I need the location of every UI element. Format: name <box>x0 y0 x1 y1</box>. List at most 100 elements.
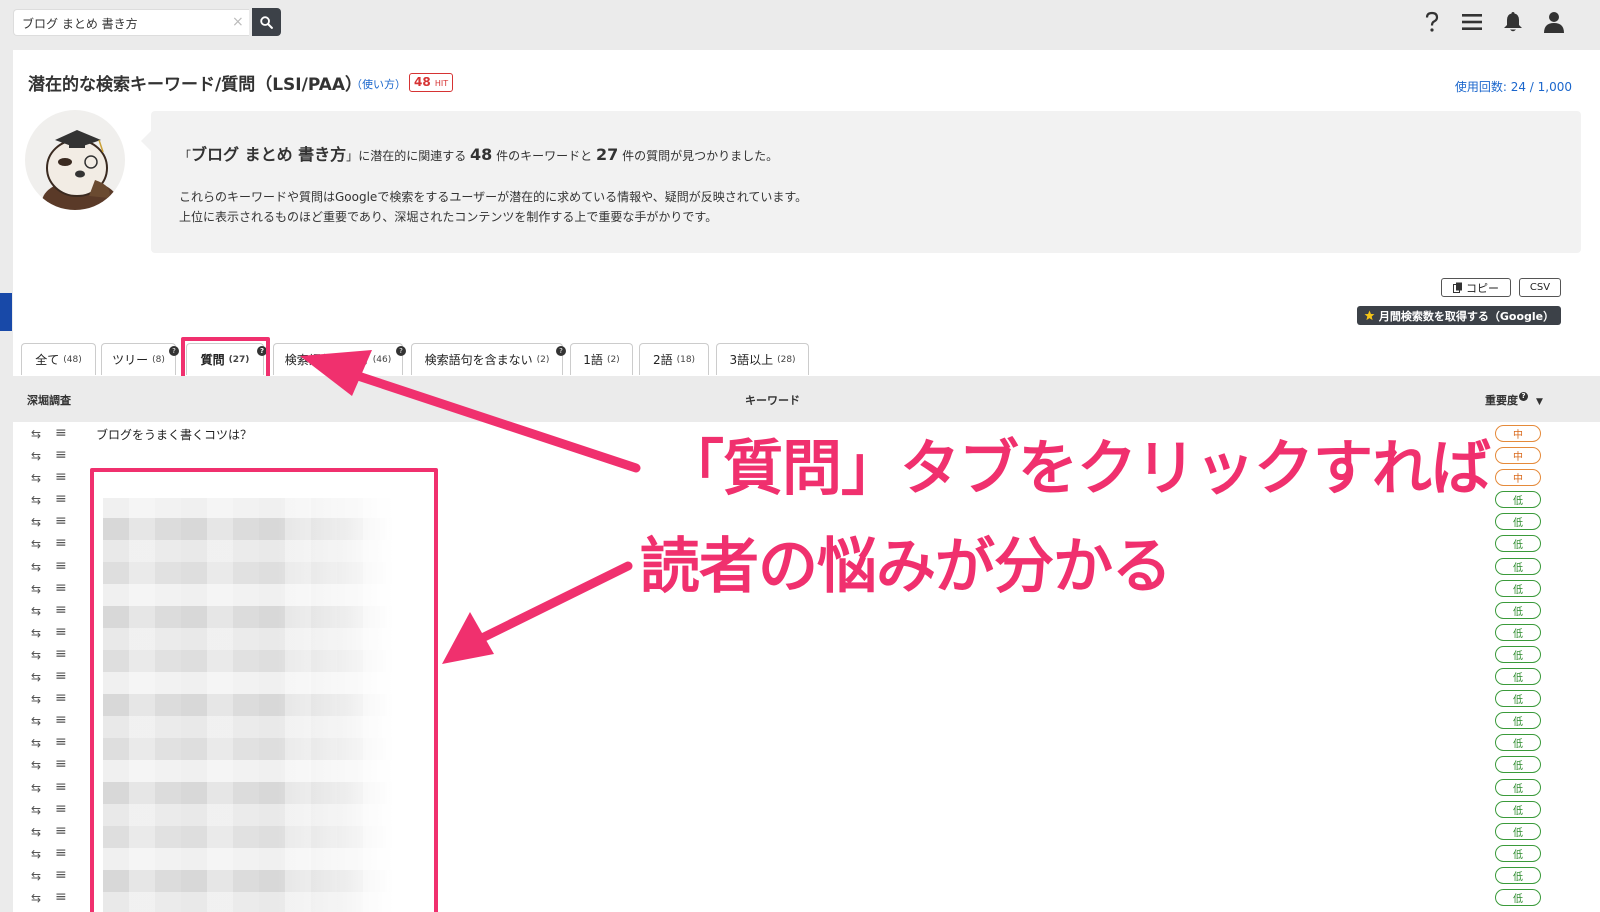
tab-one-word[interactable]: 1語 (2) <box>570 343 633 375</box>
row-menu-icon[interactable]: ≡ <box>55 646 67 662</box>
dig-retweet-icon[interactable]: ⇆ <box>31 626 41 640</box>
row-menu-icon[interactable]: ≡ <box>55 602 67 618</box>
importance-badge: 中 <box>1495 469 1541 487</box>
copy-label: コピー <box>1466 281 1499 295</box>
dig-retweet-icon[interactable]: ⇆ <box>31 714 41 728</box>
dig-retweet-icon[interactable]: ⇆ <box>31 604 41 618</box>
menu-button[interactable] <box>1458 8 1486 36</box>
dig-retweet-icon[interactable]: ⇆ <box>31 449 41 463</box>
row-menu-icon[interactable]: ≡ <box>55 425 67 441</box>
dig-retweet-icon[interactable]: ⇆ <box>31 825 41 839</box>
row-menu-icon[interactable]: ≡ <box>55 779 67 795</box>
dig-retweet-icon[interactable]: ⇆ <box>31 648 41 662</box>
tab-count: (18) <box>676 354 696 365</box>
row-menu-icon[interactable]: ≡ <box>55 668 67 684</box>
table-header: 深堀調査 キーワード 重要度 ? ▼ <box>13 376 1600 422</box>
keyword-text[interactable]: ブログをうまく書くコツは？ <box>96 426 252 443</box>
dig-retweet-icon[interactable]: ⇆ <box>31 560 41 574</box>
row-menu-icon[interactable]: ≡ <box>55 491 67 507</box>
account-button[interactable] <box>1540 8 1568 36</box>
importance-badge: 低 <box>1495 888 1541 906</box>
dig-retweet-icon[interactable]: ⇆ <box>31 582 41 596</box>
tab-excludes-query[interactable]: 検索語句を含まない (2)? <box>411 343 566 375</box>
row-menu-icon[interactable]: ≡ <box>55 580 67 596</box>
help-icon[interactable]: ? <box>556 346 566 356</box>
otter-mascot-icon <box>42 130 118 210</box>
search-button[interactable] <box>252 8 281 36</box>
column-dig: 深堀調査 <box>27 394 71 407</box>
sort-caret-icon[interactable]: ▼ <box>1536 397 1543 407</box>
tab-label: 1語 <box>583 353 603 367</box>
dig-retweet-icon[interactable]: ⇆ <box>31 471 41 485</box>
tab-three-plus-words[interactable]: 3語以上 (28) <box>716 343 809 375</box>
info-keyword: ブログ まとめ 書き方 <box>191 145 347 164</box>
tab-all[interactable]: 全て (48) <box>21 343 96 375</box>
dig-retweet-icon[interactable]: ⇆ <box>31 869 41 883</box>
row-menu-icon[interactable]: ≡ <box>55 447 67 463</box>
page-title: 潜在的な検索キーワード/質問（LSI/PAA） <box>28 75 363 95</box>
row-menu-icon[interactable]: ≡ <box>55 756 67 772</box>
row-menu-icon[interactable]: ≡ <box>55 867 67 883</box>
dig-retweet-icon[interactable]: ⇆ <box>31 847 41 861</box>
dig-retweet-icon[interactable]: ⇆ <box>31 537 41 551</box>
search-icon <box>260 15 273 29</box>
help-icon[interactable]: ? <box>1519 392 1528 401</box>
row-menu-icon[interactable]: ≡ <box>55 535 67 551</box>
tab-two-words[interactable]: 2語 (18) <box>639 343 709 375</box>
row-menu-icon[interactable]: ≡ <box>55 734 67 750</box>
row-menu-icon[interactable]: ≡ <box>55 513 67 529</box>
hit-badge: 48 HIT <box>409 73 454 92</box>
tab-count: (2) <box>606 354 620 365</box>
info-summary: 「ブログ まとめ 書き方」に潜在的に関連する 48 件のキーワードと 27 件の… <box>179 141 778 165</box>
dig-retweet-icon[interactable]: ⇆ <box>31 891 41 905</box>
help-button[interactable] <box>1418 8 1446 36</box>
dig-retweet-icon[interactable]: ⇆ <box>31 515 41 529</box>
dig-retweet-icon[interactable]: ⇆ <box>31 692 41 706</box>
dig-retweet-icon[interactable]: ⇆ <box>31 427 41 441</box>
row-menu-icon[interactable]: ≡ <box>55 469 67 485</box>
dig-retweet-icon[interactable]: ⇆ <box>31 803 41 817</box>
row-menu-icon[interactable]: ≡ <box>55 690 67 706</box>
column-importance[interactable]: 重要度 ? ▼ <box>1485 392 1543 408</box>
monthly-search-button[interactable]: 月間検索数を取得する（Google） <box>1357 306 1561 325</box>
row-menu-icon[interactable]: ≡ <box>55 889 67 905</box>
help-icon[interactable]: ? <box>396 346 406 356</box>
tab-highlight-box <box>181 337 270 380</box>
tab-label: ツリー <box>112 353 149 367</box>
dig-retweet-icon[interactable]: ⇆ <box>31 758 41 772</box>
csv-button[interactable]: CSV <box>1519 278 1561 297</box>
row-menu-icon[interactable]: ≡ <box>55 624 67 640</box>
dig-retweet-icon[interactable]: ⇆ <box>31 493 41 507</box>
row-menu-icon[interactable]: ≡ <box>55 845 67 861</box>
info-text-3: 件の質問が見つかりました。 <box>622 149 779 163</box>
sidebar-accent <box>0 293 12 331</box>
tab-count: (2) <box>536 354 550 365</box>
copy-button[interactable]: コピー <box>1441 278 1511 297</box>
row-menu-icon[interactable]: ≡ <box>55 823 67 839</box>
hit-unit: HIT <box>434 79 449 88</box>
notifications-button[interactable] <box>1499 8 1527 36</box>
howto-link[interactable]: （使い方） <box>351 76 406 92</box>
search-input[interactable] <box>22 13 222 33</box>
row-menu-icon[interactable]: ≡ <box>55 558 67 574</box>
tab-label: 検索語句を含む <box>284 353 369 367</box>
help-icon[interactable]: ? <box>169 346 179 356</box>
dig-retweet-icon[interactable]: ⇆ <box>31 736 41 750</box>
row-menu-icon[interactable]: ≡ <box>55 801 67 817</box>
tab-tree[interactable]: ツリー (8)? <box>101 343 179 375</box>
annotation-line-2: 読者の悩みが分かる <box>640 532 1172 602</box>
dig-retweet-icon[interactable]: ⇆ <box>31 670 41 684</box>
dig-retweet-icon[interactable]: ⇆ <box>31 781 41 795</box>
row-menu-icon[interactable]: ≡ <box>55 712 67 728</box>
info-description-2: 上位に表示されるものほど重要であり、深堀されたコンテンツを制作する上で重要な手が… <box>179 210 718 224</box>
importance-badge: 低 <box>1495 623 1541 641</box>
importance-badge: 中 <box>1495 447 1541 465</box>
tab-contains-query[interactable]: 検索語句を含む (46)? <box>273 343 406 375</box>
top-bar: × <box>0 0 1600 50</box>
clear-search-icon[interactable]: × <box>232 14 244 30</box>
importance-badge: 低 <box>1495 844 1541 862</box>
question-icon <box>1425 11 1439 32</box>
tab-label: 3語以上 <box>729 353 774 367</box>
importance-badge: 低 <box>1495 513 1541 531</box>
column-importance-label: 重要度 <box>1485 394 1518 407</box>
